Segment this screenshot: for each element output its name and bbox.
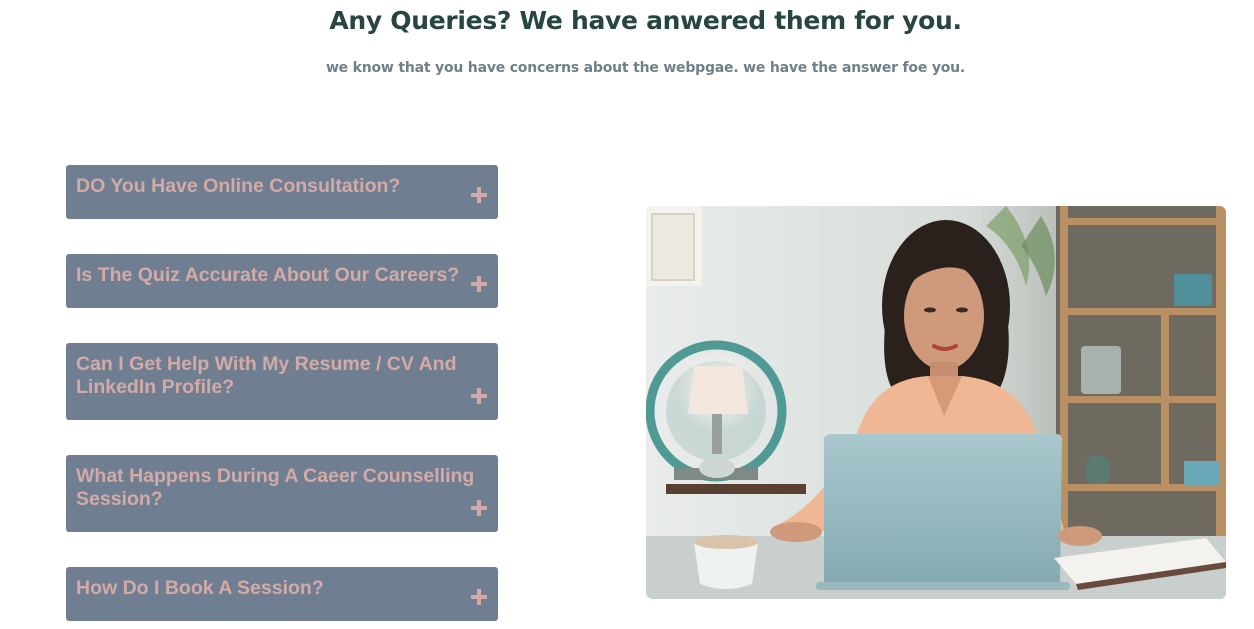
faq-item-online-consultation[interactable]: DO You Have Online Consultation? [66, 165, 498, 219]
faq-question: Can I Get Help With My Resume / CV And L… [76, 353, 457, 398]
faq-item-book-session[interactable]: How Do I Book A Session? [66, 567, 498, 621]
plus-icon[interactable] [471, 187, 487, 203]
plus-icon[interactable] [471, 500, 487, 516]
page-subtitle: we know that you have concerns about the… [325, 60, 966, 76]
faq-item-quiz-accuracy[interactable]: Is The Quiz Accurate About Our Careers? [66, 254, 498, 308]
plus-icon[interactable] [471, 276, 487, 292]
faq-item-resume-help[interactable]: Can I Get Help With My Resume / CV And L… [66, 343, 498, 420]
plus-icon[interactable] [471, 589, 487, 605]
faq-item-counselling-session[interactable]: What Happens During A Caeer Counselling … [66, 455, 498, 532]
faq-question: How Do I Book A Session? [76, 577, 324, 599]
woman-with-laptop-photo [646, 206, 1226, 599]
faq-question: What Happens During A Caeer Counselling … [76, 465, 475, 510]
plus-icon[interactable] [471, 388, 487, 404]
page-title: Any Queries? We have anwered them for yo… [329, 6, 962, 35]
faq-question: Is The Quiz Accurate About Our Careers? [76, 264, 460, 286]
faq-question: DO You Have Online Consultation? [76, 175, 401, 197]
